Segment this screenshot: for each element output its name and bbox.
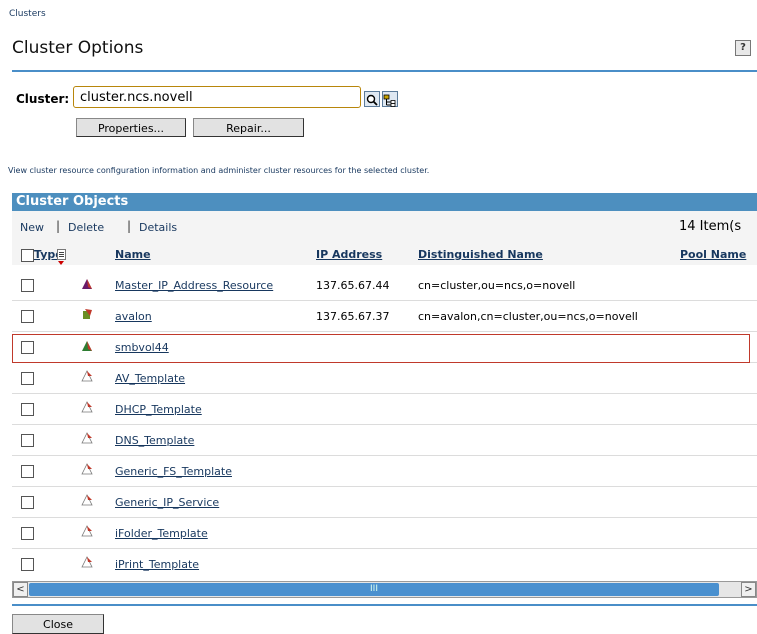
row-checkbox[interactable]: [21, 403, 34, 416]
repair-button[interactable]: Repair...: [193, 118, 304, 137]
row-checkbox[interactable]: [21, 527, 34, 540]
table-row: avalon 137.65.67.37 cn=avalon,cn=cluster…: [12, 301, 757, 332]
properties-button[interactable]: Properties...: [76, 118, 186, 137]
master-ip-resource-icon: [82, 279, 92, 289]
row-name-link[interactable]: Generic_IP_Service: [115, 496, 219, 509]
table-row: DHCP_Template: [12, 394, 757, 425]
column-ip-address[interactable]: IP Address: [316, 248, 382, 261]
row-dn: cn=cluster,ou=ncs,o=novell: [418, 279, 576, 292]
divider: [12, 70, 757, 72]
column-distinguished-name[interactable]: Distinguished Name: [418, 248, 543, 261]
template-icon: [81, 525, 93, 537]
row-checkbox[interactable]: [21, 310, 34, 323]
column-pool-name[interactable]: Pool Name: [680, 248, 746, 261]
table-row: DNS_Template: [12, 425, 757, 456]
table-row: iFolder_Template: [12, 518, 757, 549]
new-link[interactable]: New: [20, 221, 44, 234]
row-checkbox[interactable]: [21, 279, 34, 292]
close-button[interactable]: Close: [12, 614, 104, 634]
table-row: Generic_IP_Service: [12, 487, 757, 518]
table-row: Generic_FS_Template: [12, 456, 757, 487]
row-checkbox[interactable]: [21, 434, 34, 447]
row-checkbox[interactable]: [21, 558, 34, 571]
table-row: iPrint_Template: [12, 549, 757, 580]
horizontal-scrollbar[interactable]: < III >: [12, 581, 757, 598]
cluster-label: Cluster:: [16, 92, 70, 106]
selected-row-outline: [12, 334, 750, 363]
row-checkbox[interactable]: [21, 496, 34, 509]
help-button[interactable]: ?: [735, 40, 751, 56]
row-ip: 137.65.67.44: [316, 279, 390, 292]
row-ip: 137.65.67.37: [316, 310, 390, 323]
template-icon: [81, 432, 93, 444]
sort-icon[interactable]: [57, 249, 66, 260]
table-row: Master_IP_Address_Resource 137.65.67.44 …: [12, 270, 757, 301]
item-count: 14 Item(s: [679, 219, 742, 234]
panel-toolbar: [12, 211, 757, 243]
row-checkbox[interactable]: [21, 465, 34, 478]
row-name-link[interactable]: AV_Template: [115, 372, 185, 385]
template-icon: [81, 463, 93, 475]
row-checkbox[interactable]: [21, 372, 34, 385]
row-name-link[interactable]: Master_IP_Address_Resource: [115, 279, 273, 292]
toolbar-separator: |: [127, 219, 132, 233]
scroll-thumb[interactable]: III: [29, 583, 719, 596]
search-icon[interactable]: [364, 91, 380, 107]
row-name-link[interactable]: avalon: [115, 310, 152, 323]
details-link[interactable]: Details: [139, 221, 177, 234]
select-all-checkbox[interactable]: [21, 249, 34, 262]
cluster-field[interactable]: [73, 86, 361, 108]
description-text: View cluster resource configuration info…: [8, 166, 430, 175]
template-icon: [81, 370, 93, 382]
divider: [12, 604, 757, 606]
row-name-link[interactable]: Generic_FS_Template: [115, 465, 232, 478]
row-name-link[interactable]: DNS_Template: [115, 434, 194, 447]
page-title: Cluster Options: [12, 38, 144, 58]
row-name-link[interactable]: DHCP_Template: [115, 403, 202, 416]
column-name[interactable]: Name: [115, 248, 151, 261]
toolbar-separator: |: [56, 219, 61, 233]
delete-link[interactable]: Delete: [68, 221, 104, 234]
table-row: AV_Template: [12, 363, 757, 394]
sort-arrow-icon: [58, 261, 64, 265]
panel-title: Cluster Objects: [12, 193, 757, 211]
row-name-link[interactable]: iFolder_Template: [115, 527, 208, 540]
template-icon: [81, 401, 93, 413]
breadcrumb[interactable]: Clusters: [9, 9, 46, 19]
template-icon: [81, 556, 93, 568]
template-icon: [81, 494, 93, 506]
cluster-node-icon: [83, 309, 92, 319]
scroll-left-button[interactable]: <: [13, 582, 28, 597]
row-name-link[interactable]: iPrint_Template: [115, 558, 199, 571]
object-browser-icon[interactable]: [382, 91, 398, 107]
row-dn: cn=avalon,cn=cluster,ou=ncs,o=novell: [418, 310, 638, 323]
scroll-right-button[interactable]: >: [741, 582, 756, 597]
